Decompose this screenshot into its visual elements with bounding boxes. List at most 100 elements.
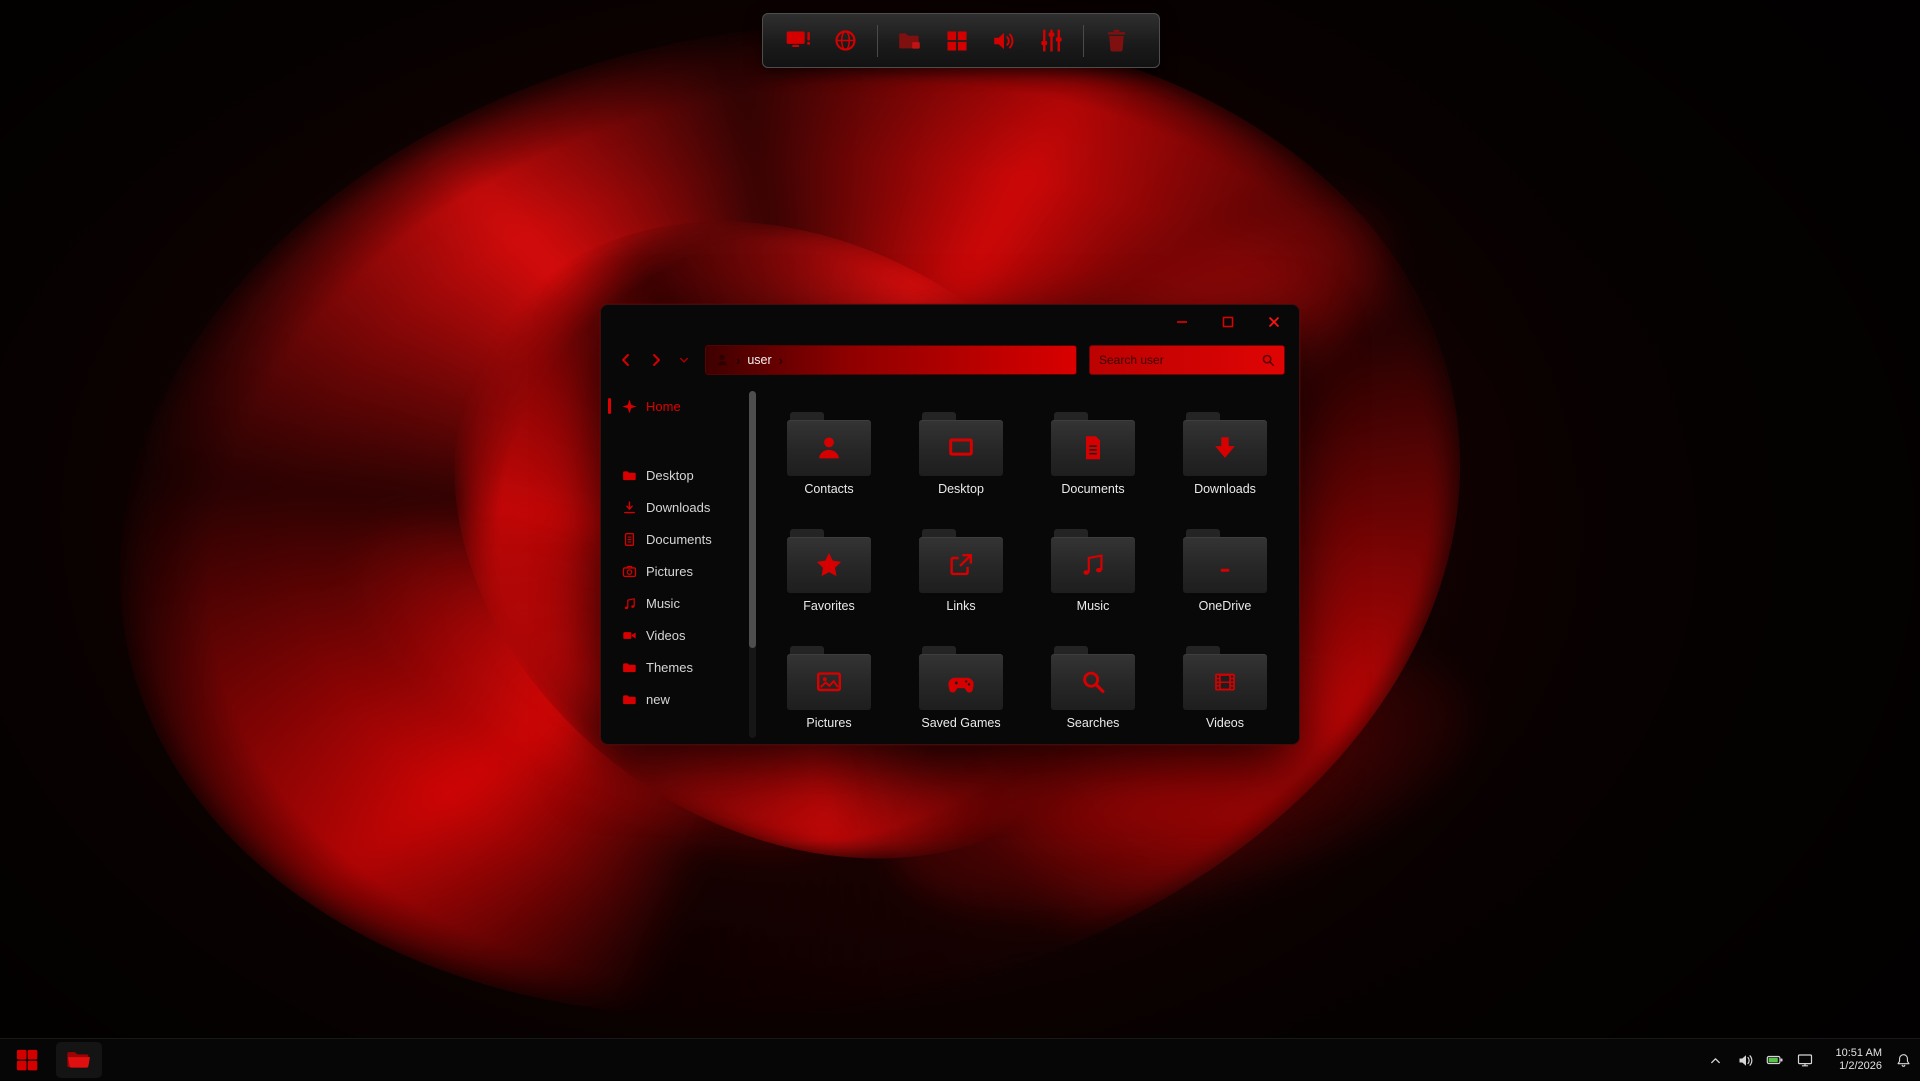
folder-icon <box>1183 529 1267 593</box>
folder-icon <box>1183 412 1267 476</box>
person-icon <box>814 433 844 463</box>
sidebar-scrollbar[interactable] <box>749 391 756 738</box>
folder-tile-contacts[interactable]: Contacts <box>763 407 895 524</box>
folder-icon <box>1051 412 1135 476</box>
folder-tile-favorites[interactable]: Favorites <box>763 524 895 641</box>
folder-icon <box>919 412 1003 476</box>
folder-tile-videos[interactable]: Videos <box>1159 641 1291 758</box>
sidebar-label: new <box>646 692 670 707</box>
breadcrumb-item-user[interactable]: user <box>747 353 771 367</box>
sidebar-item-desktop[interactable]: Desktop <box>607 459 749 491</box>
folder-tile-searches[interactable]: Searches <box>1027 641 1159 758</box>
film-strip-icon <box>1210 667 1240 697</box>
sidebar-item-downloads[interactable]: Downloads <box>607 491 749 523</box>
sidebar-label: Documents <box>646 532 712 547</box>
chevron-up-icon[interactable] <box>1706 1051 1724 1069</box>
folder-icon <box>787 646 871 710</box>
close-button[interactable] <box>1251 305 1297 339</box>
music-note-icon <box>622 596 637 611</box>
folder-tile-onedrive[interactable]: OneDrive <box>1159 524 1291 641</box>
folder-label: Documents <box>1061 482 1124 496</box>
volume-icon[interactable] <box>1736 1051 1754 1069</box>
volume-icon[interactable] <box>989 26 1019 56</box>
download-arrow-icon <box>622 500 637 515</box>
windows-logo-icon[interactable] <box>942 26 972 56</box>
forward-icon[interactable] <box>645 348 667 372</box>
taskbar-clock[interactable]: 10:51 AM 1/2/2026 <box>1826 1047 1882 1073</box>
folder-tile-links[interactable]: Links <box>895 524 1027 641</box>
folder-tile-downloads[interactable]: Downloads <box>1159 407 1291 524</box>
minimize-button[interactable] <box>1159 305 1205 339</box>
folder-tile-desktop[interactable]: Desktop <box>895 407 1027 524</box>
sidebar-item-music[interactable]: Music <box>607 587 749 619</box>
maximize-button[interactable] <box>1205 305 1251 339</box>
home-star-icon <box>622 399 637 414</box>
sidebar-label: Pictures <box>646 564 693 579</box>
folder-label: Saved Games <box>921 716 1000 730</box>
folder-label: Links <box>946 599 975 613</box>
taskbar: 10:51 AM 1/2/2026 <box>0 1038 1920 1080</box>
sidebar-item-videos[interactable]: Videos <box>607 619 749 651</box>
sidebar-item-pictures[interactable]: Pictures <box>607 555 749 587</box>
system-tray: 10:51 AM 1/2/2026 <box>1706 1039 1912 1081</box>
chevron-down-icon[interactable] <box>675 348 693 372</box>
tray-time: 10:51 AM <box>1826 1047 1882 1060</box>
windows-logo-icon <box>15 1048 39 1072</box>
sidebar-label: Music <box>646 596 680 611</box>
folder-label: Searches <box>1067 716 1120 730</box>
folder-label: Videos <box>1206 716 1244 730</box>
folder-icon <box>1051 646 1135 710</box>
sync-globe-icon[interactable] <box>830 26 860 56</box>
equalizer-icon[interactable] <box>1036 26 1066 56</box>
folder-label: Pictures <box>806 716 851 730</box>
folder-icon <box>787 529 871 593</box>
address-bar[interactable]: › user › <box>705 345 1077 375</box>
folder-tile-pictures[interactable]: Pictures <box>763 641 895 758</box>
red-folder-icon <box>65 1046 93 1074</box>
person-icon <box>715 353 729 367</box>
folder-label: Contacts <box>804 482 853 496</box>
desktop: › user › Home <box>0 0 1920 1080</box>
sidebar-item-documents[interactable]: Documents <box>607 523 749 555</box>
sidebar-item-home[interactable]: Home <box>607 391 749 421</box>
sidebar-label: Videos <box>646 628 686 643</box>
scrollbar-thumb[interactable] <box>749 391 756 648</box>
folder-tile-documents[interactable]: Documents <box>1027 407 1159 524</box>
folder-icon <box>1051 529 1135 593</box>
folder-icon <box>622 692 637 707</box>
music-notes-icon <box>1078 550 1108 580</box>
notification-bell-icon[interactable] <box>1894 1051 1912 1069</box>
sidebar-item-themes[interactable]: Themes <box>607 651 749 683</box>
sidebar-group: Desktop Downloads Documents <box>607 459 749 715</box>
sidebar-label: Home <box>646 399 681 414</box>
search-box <box>1089 345 1285 375</box>
folder-icon <box>919 529 1003 593</box>
back-icon[interactable] <box>615 348 637 372</box>
sidebar-label: Downloads <box>646 500 710 515</box>
down-arrow-icon <box>1210 433 1240 463</box>
file-explorer-window: › user › Home <box>600 304 1300 745</box>
search-input[interactable] <box>1099 353 1261 367</box>
tray-date: 1/2/2026 <box>1826 1060 1882 1073</box>
battery-icon[interactable] <box>1766 1051 1784 1069</box>
folder-label: Music <box>1077 599 1110 613</box>
trash-icon[interactable] <box>1101 26 1131 56</box>
display-alert-icon[interactable] <box>783 26 813 56</box>
window-controls <box>1159 305 1297 339</box>
video-camera-icon <box>622 628 637 643</box>
titlebar[interactable] <box>601 305 1299 339</box>
folder-tile-music[interactable]: Music <box>1027 524 1159 641</box>
star-icon <box>814 550 844 580</box>
game-controller-icon <box>946 667 976 697</box>
sidebar-item-new[interactable]: new <box>607 683 749 715</box>
document-icon <box>1078 433 1108 463</box>
magnifier-icon <box>1261 353 1275 367</box>
breadcrumb-chevron: › <box>736 354 740 367</box>
secure-folder-icon[interactable] <box>895 26 925 56</box>
taskbar-file-explorer[interactable] <box>56 1042 102 1078</box>
folder-tile-saved-games[interactable]: Saved Games <box>895 641 1027 758</box>
display-icon[interactable] <box>1796 1051 1814 1069</box>
toolbar-separator <box>1083 25 1084 57</box>
start-button[interactable] <box>8 1043 46 1077</box>
camera-icon <box>622 564 637 579</box>
